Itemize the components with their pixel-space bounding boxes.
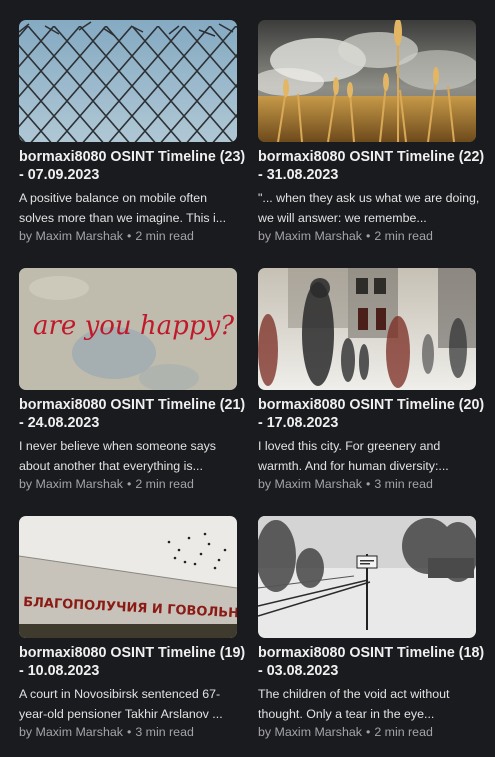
article-title[interactable]: bormaxi8080 OSINT Timeline (22) - 31.08.… bbox=[258, 148, 490, 184]
author-link[interactable]: by Maxim Marshak bbox=[258, 725, 362, 739]
author-link[interactable]: by Maxim Marshak bbox=[19, 725, 123, 739]
author-link[interactable]: by Maxim Marshak bbox=[19, 477, 123, 491]
article-title[interactable]: bormaxi8080 OSINT Timeline (18) - 03.08.… bbox=[258, 644, 490, 680]
wall-image: БЛАГОПОЛУЧИЯ И ГОВОЛЬНОСТИ bbox=[19, 516, 237, 638]
meta-separator: • bbox=[365, 229, 371, 243]
author-link[interactable]: by Maxim Marshak bbox=[258, 477, 362, 491]
article-thumbnail-wall[interactable]: БЛАГОПОЛУЧИЯ И ГОВОЛЬНОСТИ bbox=[19, 516, 237, 638]
meta-separator: • bbox=[365, 725, 371, 739]
article-meta: by Maxim Marshak • 2 min read bbox=[258, 725, 433, 739]
read-time: 2 min read bbox=[374, 725, 433, 739]
railway-image bbox=[258, 516, 476, 638]
article-title[interactable]: bormaxi8080 OSINT Timeline (19) - 10.08.… bbox=[19, 644, 251, 680]
article-meta: by Maxim Marshak • 2 min read bbox=[19, 229, 194, 243]
graffiti-image: are you happy? bbox=[19, 268, 237, 390]
article-thumbnail-railway[interactable] bbox=[258, 516, 476, 638]
read-time: 2 min read bbox=[374, 229, 433, 243]
author-link[interactable]: by Maxim Marshak bbox=[19, 229, 123, 243]
read-time: 2 min read bbox=[135, 477, 194, 491]
article-excerpt: I never believe when someone says about … bbox=[19, 439, 216, 473]
meta-separator: • bbox=[365, 477, 371, 491]
article-thumbnail-street[interactable] bbox=[258, 268, 476, 390]
article-thumbnail-fence[interactable] bbox=[19, 20, 237, 142]
article-meta: by Maxim Marshak • 2 min read bbox=[258, 229, 433, 243]
article-excerpt: "... when they ask us what we are doing,… bbox=[258, 191, 480, 225]
article-title[interactable]: bormaxi8080 OSINT Timeline (23) - 07.09.… bbox=[19, 148, 251, 184]
article-grid: bormaxi8080 OSINT Timeline (23) - 07.09.… bbox=[0, 0, 495, 757]
article-meta: by Maxim Marshak • 2 min read bbox=[19, 477, 194, 491]
read-time: 3 min read bbox=[374, 477, 433, 491]
article-excerpt: A court in Novosibirsk sentenced 67-year… bbox=[19, 687, 223, 721]
read-time: 3 min read bbox=[135, 725, 194, 739]
article-thumbnail-graffiti[interactable]: are you happy? bbox=[19, 268, 237, 390]
meta-separator: • bbox=[126, 229, 132, 243]
fence-image bbox=[19, 20, 237, 142]
article-meta: by Maxim Marshak • 3 min read bbox=[258, 477, 433, 491]
meta-separator: • bbox=[126, 725, 132, 739]
article-title[interactable]: bormaxi8080 OSINT Timeline (21) - 24.08.… bbox=[19, 396, 251, 432]
meta-separator: • bbox=[126, 477, 132, 491]
article-excerpt: The children of the void act without tho… bbox=[258, 687, 450, 721]
read-time: 2 min read bbox=[135, 229, 194, 243]
street-image bbox=[258, 268, 476, 390]
article-thumbnail-wheat[interactable] bbox=[258, 20, 476, 142]
article-excerpt: A positive balance on mobile often solve… bbox=[19, 191, 227, 225]
article-title[interactable]: bormaxi8080 OSINT Timeline (20) - 17.08.… bbox=[258, 396, 490, 432]
graffiti-text: are you happy? bbox=[33, 311, 235, 341]
article-excerpt: I loved this city. For greenery and warm… bbox=[258, 439, 449, 473]
wheat-image bbox=[258, 20, 476, 142]
author-link[interactable]: by Maxim Marshak bbox=[258, 229, 362, 243]
article-meta: by Maxim Marshak • 3 min read bbox=[19, 725, 194, 739]
